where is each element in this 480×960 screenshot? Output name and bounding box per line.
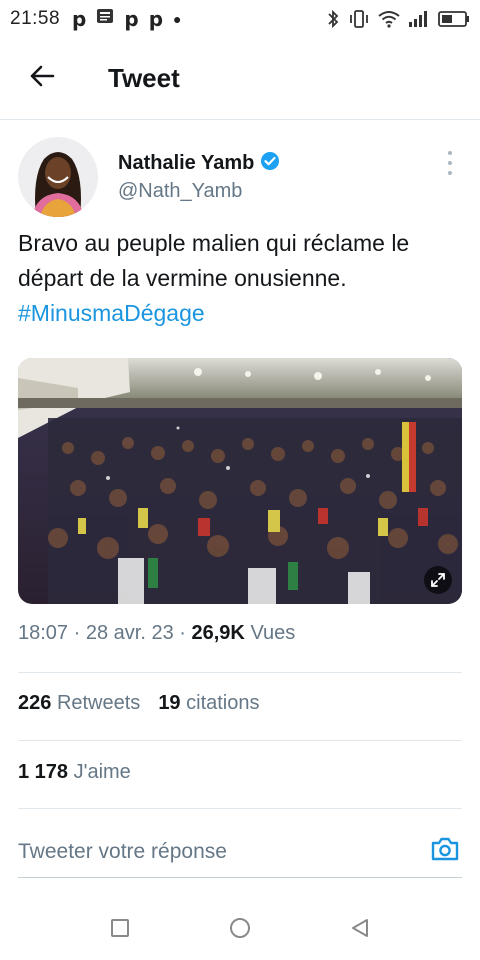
vibrate-icon [348,9,370,29]
notification-icons: p p p ● [72,7,181,31]
dot-icon: ● [173,11,182,27]
expand-media-button[interactable] [424,566,452,594]
quotes-stat[interactable]: 19 citations [158,692,259,715]
reply-bar [18,826,462,878]
camera-icon [430,836,460,867]
home-button[interactable] [224,914,256,946]
tweet-time: 18:07 [18,622,69,644]
views-count: 26,9K [191,622,245,644]
status-bar: 21:58 p p p ● [0,0,480,38]
verified-badge-icon [260,151,280,176]
avatar[interactable] [18,137,98,217]
divider [18,672,462,673]
meta-separator: · [179,622,186,644]
header-bar: Tweet [0,38,480,120]
likes-stat-row: 1 178 J'aime [18,761,131,784]
retweets-stat[interactable]: 226 Retweets [18,692,140,715]
retweets-count: 226 [18,692,52,714]
page-title: Tweet [108,63,180,93]
camera-button[interactable] [428,835,462,869]
battery-icon [438,10,470,28]
p-notification-icon: p [124,7,139,31]
recents-button[interactable] [104,914,136,946]
meta-separator: · [73,622,81,644]
status-time: 21:58 [10,8,61,29]
system-back-button[interactable] [344,914,376,946]
likes-stat[interactable]: 1 178 J'aime [18,761,131,783]
bluetooth-icon [326,9,340,29]
quotes-count: 19 [158,692,181,714]
news-icon [96,7,114,31]
author-name[interactable]: Nathalie Yamb [118,152,254,175]
reply-input[interactable] [18,839,428,864]
more-vertical-icon [448,151,452,155]
more-options-button[interactable] [440,151,460,175]
hashtag-link[interactable]: #MinusmaDégage [18,300,205,326]
divider [18,740,462,741]
square-recents-icon [110,918,130,943]
divider [18,808,462,809]
wifi-icon [378,10,400,28]
author-handle[interactable]: @Nath_Yamb [118,180,280,203]
tweet-date: 28 avr. 23 [85,622,174,644]
likes-label: J'aime [73,761,131,783]
signal-icon [408,10,430,28]
circle-home-icon [228,916,252,945]
tweet-media-image[interactable] [18,358,462,604]
engagement-stats: 226 Retweets 19 citations [18,692,260,715]
views-label: Vues [250,622,296,644]
arrow-left-icon [29,65,55,92]
tweet-text: Bravo au peuple malien qui réclame le dé… [18,226,462,331]
author-name-row: Nathalie Yamb [118,151,280,176]
tweet-body: Bravo au peuple malien qui réclame le dé… [18,230,410,291]
p-notification-icon: p [72,7,87,31]
author-info: Nathalie Yamb @Nath_Yamb [118,151,280,221]
back-button[interactable] [0,38,84,120]
expand-icon [430,572,446,588]
system-navigation-bar [0,900,480,960]
quotes-label: citations [186,692,260,714]
likes-count: 1 178 [18,761,69,783]
p-notification-icon: p [148,7,164,31]
triangle-back-icon [349,917,371,944]
retweets-label: Retweets [56,692,141,714]
tweet-meta: 18:07 · 28 avr. 23 · 26,9K Vues [18,622,295,645]
tweet-author: Nathalie Yamb @Nath_Yamb [18,137,462,221]
system-icons [326,9,470,29]
